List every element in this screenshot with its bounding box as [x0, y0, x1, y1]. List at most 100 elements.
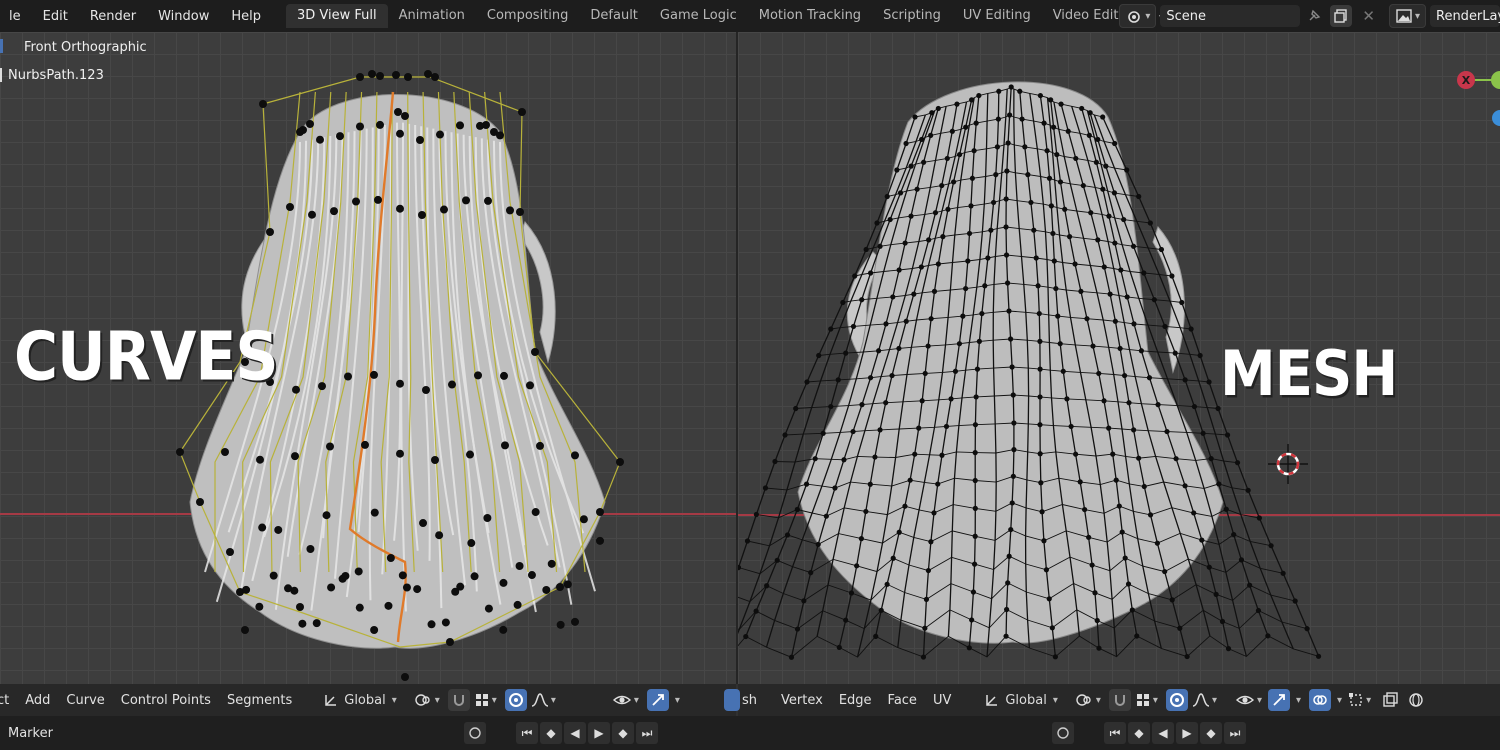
menu-segments[interactable]: Segments [219, 693, 300, 708]
solid-shading-button[interactable] [1405, 689, 1427, 711]
snap-target-dropdown[interactable]: ▾ [474, 689, 497, 711]
tab-animation[interactable]: Animation [388, 4, 476, 28]
play-reverse-button[interactable]: ◀ [1152, 722, 1174, 744]
overlays-toggle[interactable] [1309, 689, 1332, 711]
tab-scripting[interactable]: Scripting [872, 4, 952, 28]
prev-keyframe-button[interactable]: ◆ [1128, 722, 1150, 744]
visibility-dropdown[interactable]: ▾ [1235, 689, 1262, 711]
prev-keyframe-button[interactable]: ◆ [540, 722, 562, 744]
scene-icon [1128, 11, 1141, 23]
snap-target-dropdown[interactable]: ▾ [1135, 689, 1158, 711]
keyframe-toggle[interactable] [464, 722, 486, 744]
jump-end-icon: ⏭ [641, 725, 653, 740]
falloff-dropdown[interactable]: ▾ [531, 689, 556, 711]
gizmo-toggle[interactable] [646, 689, 669, 711]
eye-icon [1235, 695, 1255, 705]
timeline-bar: Marker ⏮ ◆ ◀ ▶ ◆ ⏭ ⏮ ◆ ◀ ▶ ◆ ⏭ [0, 716, 1500, 750]
mode-icon[interactable] [724, 689, 740, 711]
menu-mesh[interactable]: sh [742, 693, 765, 708]
play-reverse-button[interactable]: ◀ [564, 722, 586, 744]
mesh-edit-overlays-dropdown[interactable]: ▾ [1348, 689, 1371, 711]
3d-cursor-icon[interactable] [1268, 444, 1308, 484]
menu-edit[interactable]: Edit [32, 9, 79, 24]
visibility-dropdown[interactable]: ▾ [612, 689, 639, 711]
menu-vertex[interactable]: Vertex [773, 693, 831, 708]
snap-grid-icon [475, 694, 488, 706]
proportional-editing-icon [1169, 693, 1184, 707]
orientation-icon [325, 695, 337, 706]
tab-game-logic[interactable]: Game Logic [649, 4, 748, 28]
pivot-point-dropdown[interactable]: ▾ [1074, 689, 1101, 711]
curves-overlay-text: CURVES [14, 317, 279, 397]
new-scene-button[interactable] [1330, 5, 1353, 27]
tab-compositing[interactable]: Compositing [476, 4, 580, 28]
render-layer-type-dropdown[interactable]: ▾ [1388, 4, 1426, 28]
jump-start-button[interactable]: ⏮ [1104, 722, 1126, 744]
navigation-gizmo[interactable]: X [1448, 66, 1500, 130]
chevron-down-icon[interactable]: ▾ [675, 695, 680, 706]
menu-add[interactable]: Add [17, 693, 58, 708]
tab-3d-view-full[interactable]: 3D View Full [286, 4, 388, 28]
record-icon [1057, 727, 1069, 739]
snap-toggle[interactable] [447, 689, 470, 711]
tab-motion-tracking[interactable]: Motion Tracking [748, 4, 872, 28]
next-keyframe-button[interactable]: ◆ [1200, 722, 1222, 744]
y-axis-icon[interactable] [1491, 71, 1500, 89]
menu-select[interactable]: ct [0, 693, 17, 708]
menu-window[interactable]: Window [147, 9, 220, 24]
menu-uv[interactable]: UV [925, 693, 959, 708]
playback-controls-right: ⏮ ◆ ◀ ▶ ◆ ⏭ [1052, 722, 1246, 744]
transform-orientation-dropdown[interactable]: Global ▾ [979, 689, 1062, 711]
proportional-editing-toggle[interactable] [504, 689, 527, 711]
left-3d-viewport[interactable]: Front Orthographic NurbsPath.123 CURVES [0, 32, 736, 684]
play-button[interactable]: ▶ [588, 722, 610, 744]
close-icon[interactable]: ✕ [1358, 7, 1379, 25]
menu-file[interactable]: le [0, 9, 32, 24]
pivot-icon [1076, 694, 1091, 706]
tab-default[interactable]: Default [579, 4, 649, 28]
eye-icon [612, 695, 631, 705]
render-layer-field[interactable]: RenderLaye [1430, 5, 1500, 27]
next-keyframe-button[interactable]: ◆ [612, 722, 634, 744]
gizmo-x-label: X [1462, 74, 1471, 87]
falloff-dropdown[interactable]: ▾ [1192, 689, 1217, 711]
axis-gizmo[interactable]: X [1448, 66, 1500, 126]
right-3d-viewport[interactable]: MESH X [738, 32, 1500, 684]
gizmo-icon [652, 694, 664, 706]
tab-uv-editing[interactable]: UV Editing [952, 4, 1042, 28]
play-button[interactable]: ▶ [1176, 722, 1198, 744]
pin-icon[interactable] [1304, 6, 1324, 26]
menu-edge[interactable]: Edge [831, 693, 880, 708]
next-keyframe-icon: ◆ [618, 726, 628, 740]
menu-render[interactable]: Render [79, 9, 147, 24]
gizmo-toggle[interactable] [1268, 689, 1290, 711]
jump-end-button[interactable]: ⏭ [636, 722, 658, 744]
proportional-editing-icon [508, 693, 523, 707]
prev-keyframe-icon: ◆ [1134, 726, 1144, 740]
menu-curve[interactable]: Curve [58, 693, 112, 708]
scene-name-field[interactable]: Scene [1160, 5, 1301, 27]
scene-type-dropdown[interactable]: ▾ [1119, 4, 1157, 28]
jump-start-button[interactable]: ⏮ [516, 722, 538, 744]
snap-toggle[interactable] [1108, 689, 1131, 711]
chevron-down-icon: ▾ [1366, 694, 1372, 706]
play-reverse-icon: ◀ [1158, 726, 1168, 740]
pivot-point-dropdown[interactable]: ▾ [413, 689, 440, 711]
z-axis-icon[interactable] [1492, 110, 1500, 126]
menu-control-points[interactable]: Control Points [113, 693, 219, 708]
xray-toggle[interactable] [1379, 689, 1401, 711]
chevron-down-icon: ▾ [1414, 10, 1420, 22]
proportional-editing-toggle[interactable] [1165, 689, 1188, 711]
transform-orientation-dropdown[interactable]: Global ▾ [318, 689, 401, 711]
chevron-down-icon: ▾ [391, 694, 397, 706]
chevron-down-icon[interactable]: ▾ [1337, 695, 1342, 706]
chevron-down-icon[interactable]: ▾ [1296, 695, 1301, 706]
keyframe-toggle[interactable] [1052, 722, 1074, 744]
menu-help[interactable]: Help [220, 9, 272, 24]
main-menu: le Edit Render Window Help [0, 0, 272, 32]
jump-end-button[interactable]: ⏭ [1224, 722, 1246, 744]
timeline-marker-menu[interactable]: Marker [0, 726, 61, 741]
menu-face[interactable]: Face [880, 693, 925, 708]
mesh-overlay-icon [1349, 693, 1362, 706]
chevron-down-icon: ▾ [1152, 694, 1158, 706]
